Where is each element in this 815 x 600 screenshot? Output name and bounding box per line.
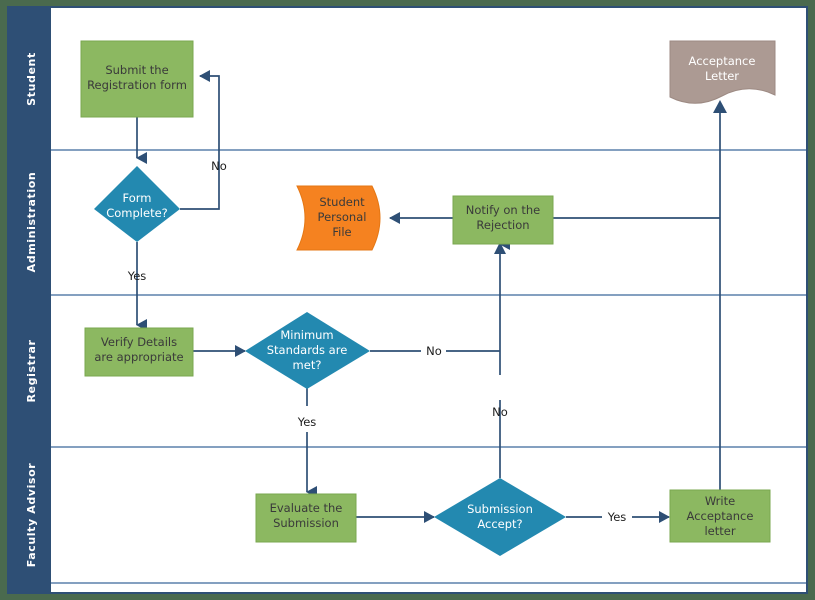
- node-student-personal-file-line2: Personal: [318, 210, 367, 224]
- node-evaluate-submission-line1: Evaluate the: [270, 501, 343, 515]
- edge-label-minimum-no: No: [426, 344, 442, 358]
- node-student-personal-file-line1: Student: [319, 195, 365, 209]
- lane-label-administration: Administration: [25, 172, 38, 273]
- node-minimum-standards-line2: Standards are: [267, 343, 348, 357]
- edge-label-form-complete-no: No: [211, 159, 227, 173]
- node-verify-details-line1: Verify Details: [101, 335, 177, 349]
- lane-label-faculty-advisor: Faculty Advisor: [25, 463, 38, 568]
- node-write-acceptance[interactable]: Write Acceptance letter: [669, 489, 771, 543]
- node-submit-form-line1: Submit the: [105, 63, 168, 77]
- node-form-complete-line1: Form: [123, 191, 152, 205]
- node-evaluate-submission-line2: Submission: [273, 516, 339, 530]
- node-submission-accept-line2: Accept?: [477, 517, 522, 531]
- lane-label-registrar: Registrar: [25, 339, 38, 402]
- node-write-acceptance-line2: Acceptance: [687, 509, 754, 523]
- node-evaluate-submission[interactable]: Evaluate the Submission: [255, 493, 357, 543]
- edge-label-submission-no: No: [492, 405, 508, 419]
- lane-label-student: Student: [25, 52, 38, 106]
- node-write-acceptance-line1: Write: [705, 494, 735, 508]
- node-verify-details-line2: are appropriate: [94, 350, 183, 364]
- node-submit-form[interactable]: Submit the Registration form: [80, 40, 194, 118]
- edge-label-minimum-yes: Yes: [297, 415, 317, 429]
- edge-label-form-complete-yes: Yes: [127, 269, 147, 283]
- node-minimum-standards-line1: Minimum: [280, 328, 333, 342]
- node-notify-rejection[interactable]: Notify on the Rejection: [452, 195, 554, 245]
- node-student-personal-file-line3: File: [332, 225, 351, 239]
- node-verify-details[interactable]: Verify Details are appropriate: [84, 327, 194, 377]
- node-minimum-standards-line3: met?: [293, 358, 322, 372]
- node-submission-accept-line1: Submission: [467, 502, 533, 516]
- node-acceptance-letter-line2: Letter: [705, 69, 739, 83]
- node-student-personal-file[interactable]: Student Personal File: [296, 185, 381, 251]
- flowchart-canvas: Student Administration Registrar Faculty…: [0, 0, 815, 600]
- node-acceptance-letter-line1: Acceptance: [689, 54, 756, 68]
- node-write-acceptance-line3: letter: [704, 524, 735, 538]
- node-submit-form-line2: Registration form: [87, 78, 187, 92]
- node-notify-rejection-line1: Notify on the: [466, 203, 541, 217]
- node-notify-rejection-line2: Rejection: [476, 218, 529, 232]
- edge-label-submission-yes: Yes: [607, 510, 627, 524]
- node-form-complete-line2: Complete?: [106, 206, 168, 220]
